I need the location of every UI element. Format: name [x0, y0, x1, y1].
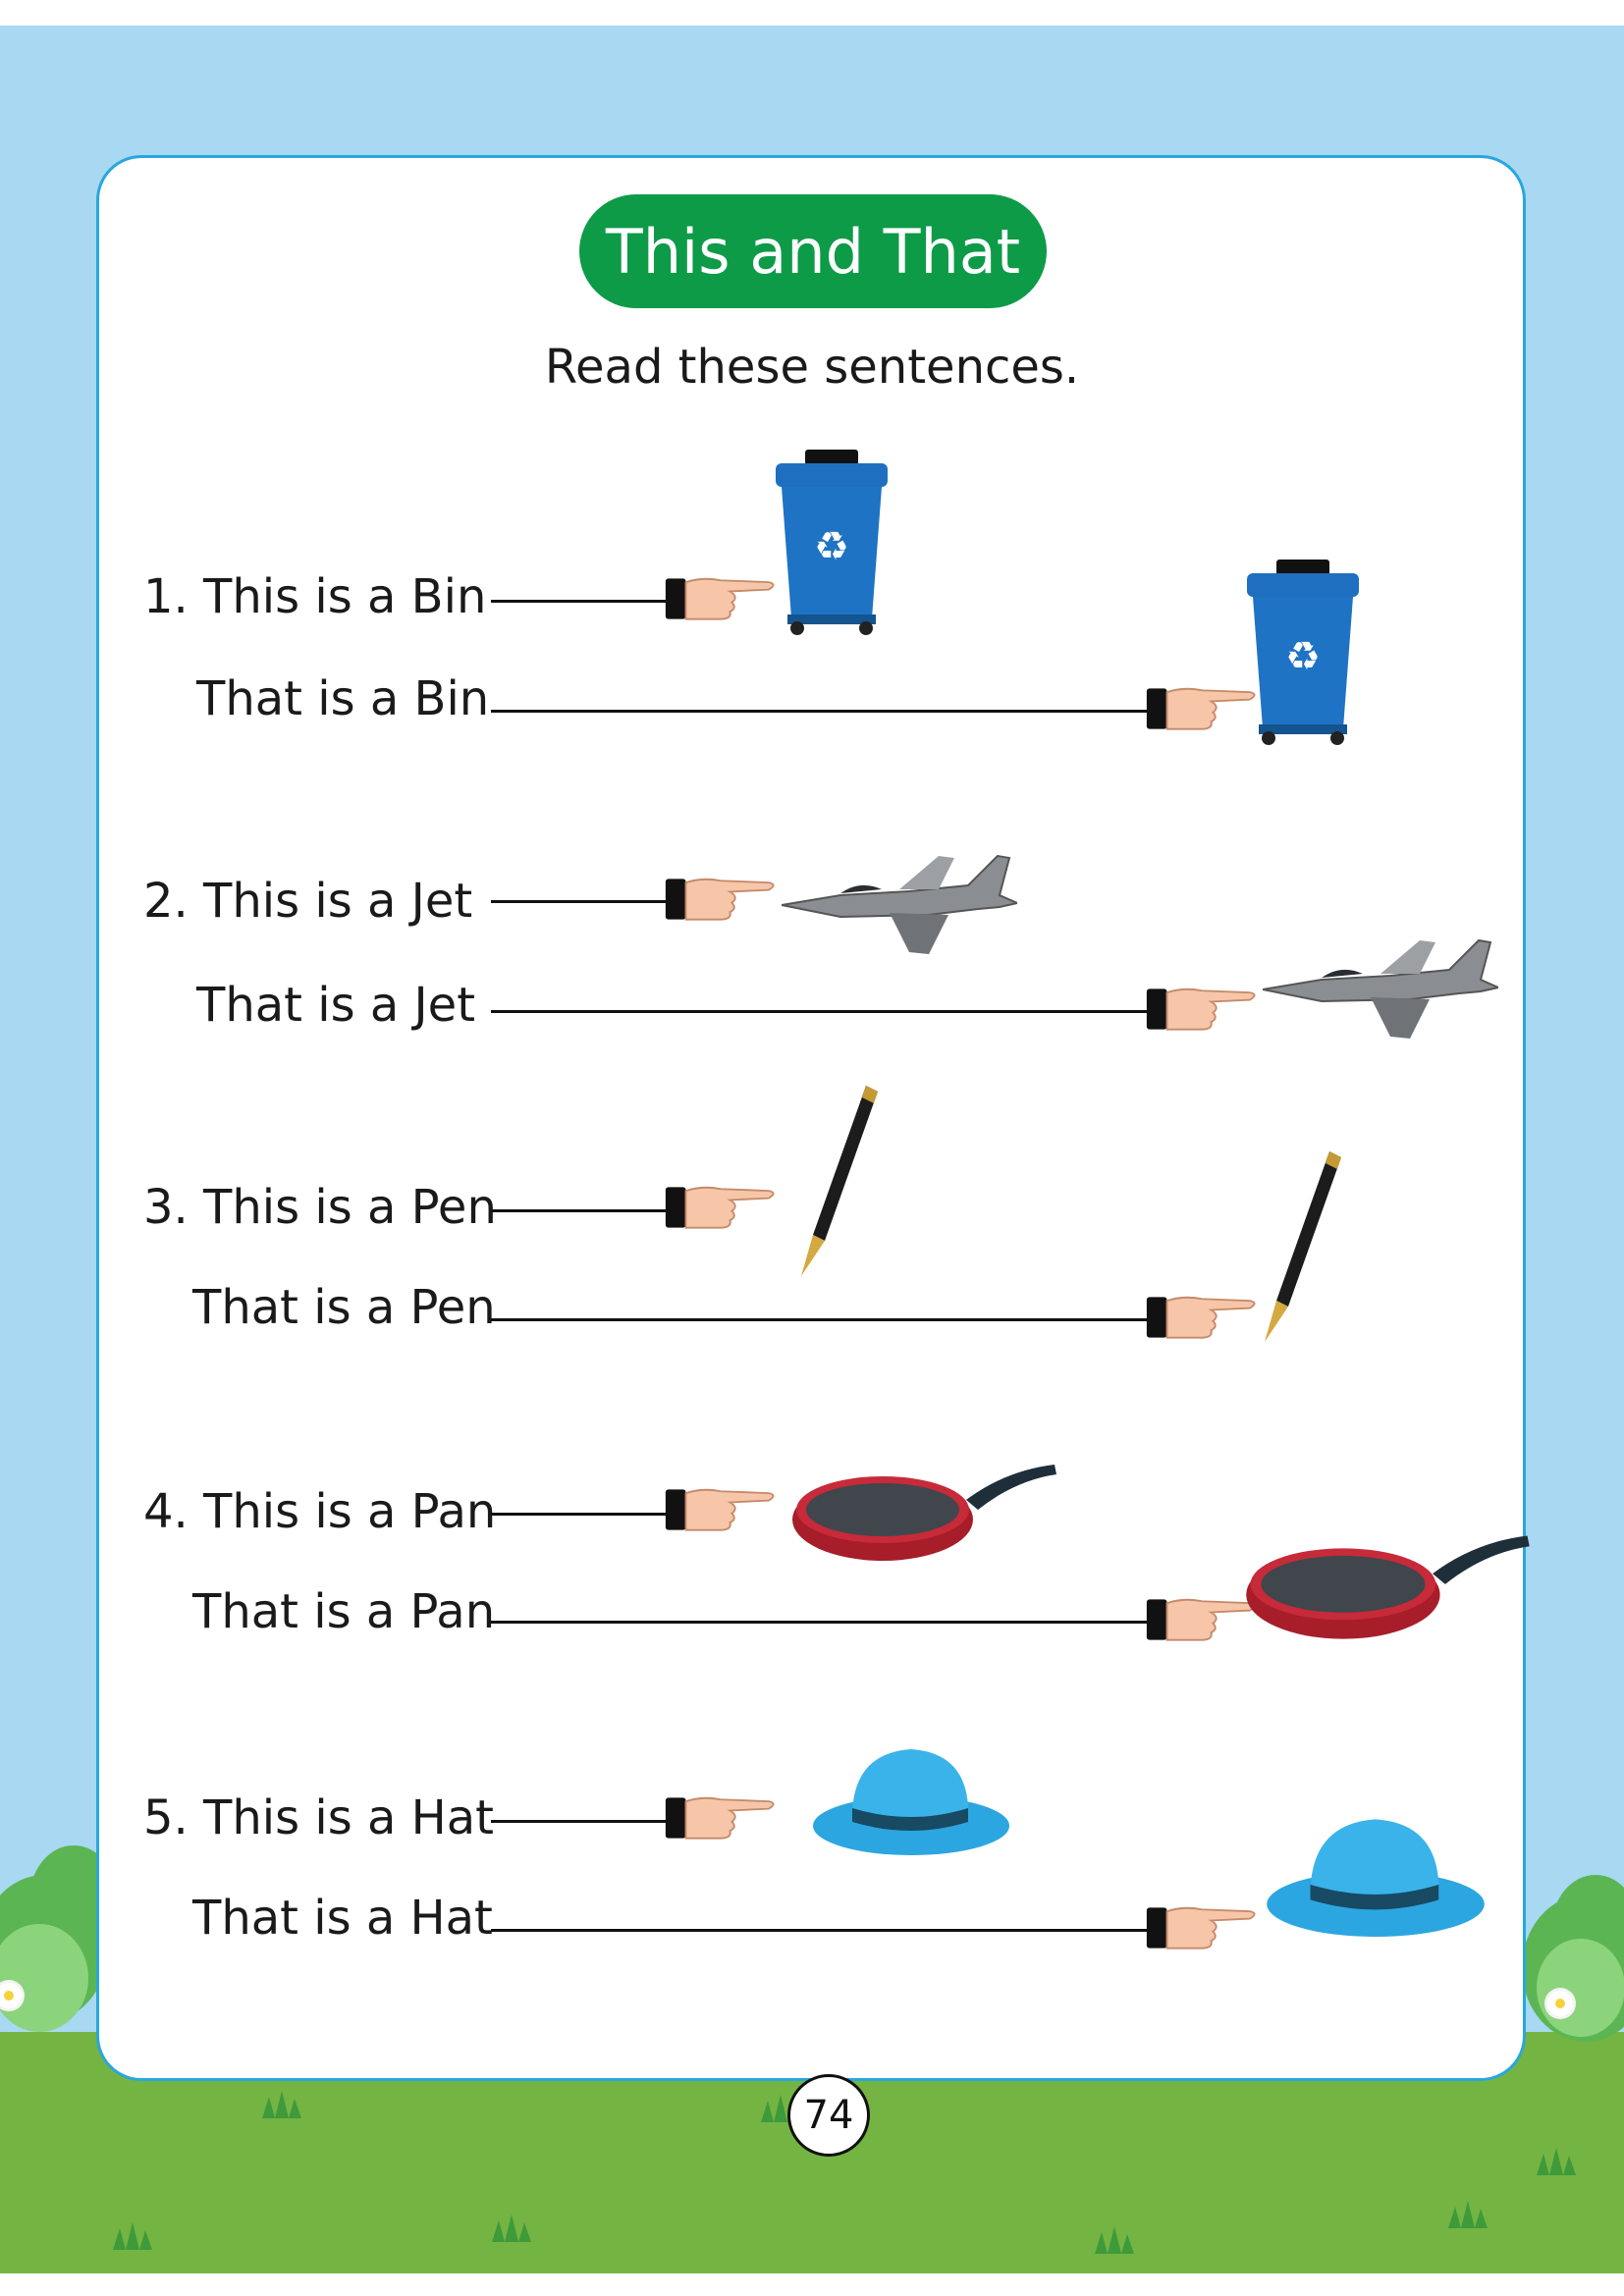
grass-tuft-icon [1095, 2226, 1134, 2254]
frying-pan-icon [1246, 1535, 1530, 1639]
grass-tuft-icon [1448, 2201, 1488, 2228]
that-sentence-2: That is a Jet [196, 978, 476, 1033]
pointer-line-this-2 [491, 900, 666, 903]
that-sentence-1: That is a Bin [196, 671, 490, 726]
pointing-hand-icon [664, 1488, 775, 1531]
grass-tuft-icon [113, 2222, 152, 2250]
pointer-line-this-3 [491, 1209, 666, 1212]
pointing-hand-icon [1145, 1906, 1256, 1949]
pointer-line-that-4 [491, 1621, 1147, 1624]
that-sentence-4: That is a Pan [192, 1584, 496, 1639]
hat-icon [813, 1749, 1009, 1855]
frying-pan-icon [792, 1465, 1056, 1561]
pointing-hand-icon [664, 1186, 775, 1229]
this-sentence-1: 1. This is a Bin [143, 569, 487, 624]
recycle-bin-icon: ♻ [1247, 560, 1359, 745]
page-number: 74 [787, 2074, 870, 2157]
fighter-jet-icon [782, 854, 1017, 954]
hat-icon [1267, 1819, 1485, 1938]
grass-tuft-icon [262, 2091, 301, 2118]
pointer-line-that-5 [491, 1929, 1147, 1932]
page-title: This and That [579, 194, 1047, 308]
fountain-pen-icon [1265, 1151, 1341, 1342]
that-sentence-5: That is a Hat [192, 1891, 493, 1946]
fountain-pen-icon [801, 1086, 878, 1276]
pointing-hand-icon [1145, 1296, 1256, 1339]
pointer-line-this-4 [491, 1513, 666, 1516]
that-sentence-3: That is a Pen [192, 1280, 496, 1335]
pointer-line-this-5 [491, 1820, 666, 1823]
grass-tuft-icon [1537, 2148, 1576, 2175]
this-sentence-4: 4. This is a Pan [143, 1484, 497, 1539]
pointer-line-that-2 [491, 1010, 1147, 1013]
pointing-hand-icon [664, 577, 775, 620]
svg-text:♻: ♻ [814, 524, 849, 569]
pointing-hand-icon [1145, 988, 1256, 1031]
this-sentence-5: 5. This is a Hat [143, 1790, 494, 1845]
flower-icon [1547, 1991, 1573, 2016]
pointer-line-that-3 [491, 1318, 1147, 1321]
fighter-jet-icon [1263, 938, 1498, 1039]
pointer-line-that-1 [491, 710, 1147, 713]
pointing-hand-icon [664, 1796, 775, 1840]
pointer-line-this-1 [491, 600, 666, 603]
pointing-hand-icon [664, 878, 775, 921]
page-bottom-margin [0, 2273, 1624, 2296]
instruction-text: Read these sentences. [544, 340, 1080, 395]
this-sentence-3: 3. This is a Pen [143, 1180, 497, 1235]
this-sentence-2: 2. This is a Jet [143, 874, 473, 929]
grass-tuft-icon [492, 2215, 531, 2242]
recycle-bin-icon: ♻ [776, 450, 888, 635]
svg-text:♻: ♻ [1285, 634, 1321, 679]
